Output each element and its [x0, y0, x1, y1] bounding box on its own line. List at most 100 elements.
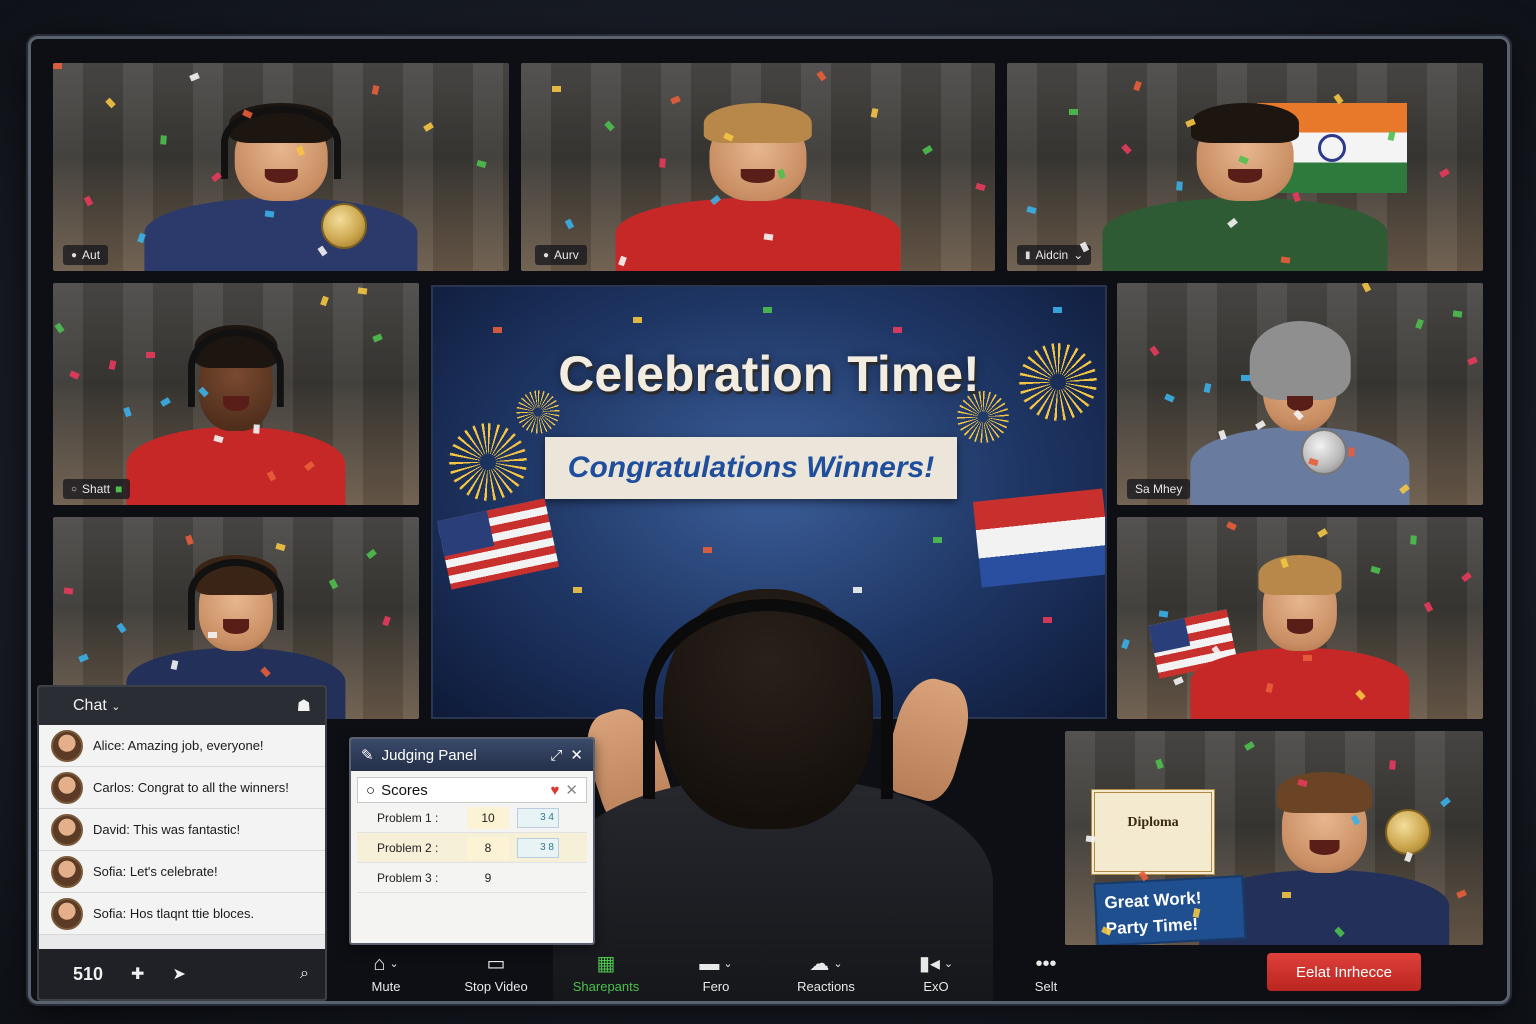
participant-name-tag: ○ Shatt ■	[63, 479, 131, 499]
chevron-down-icon[interactable]: ⌄	[944, 953, 953, 975]
gold-medal-icon	[321, 203, 367, 249]
chat-panel[interactable]: Chat ⌄ ☗ Alice: Amazing job, everyone! C…	[37, 685, 327, 1001]
confetti-piece	[1069, 109, 1078, 115]
confetti-piece	[1158, 610, 1169, 618]
confetti-piece	[1282, 892, 1291, 898]
camera-icon: ▮◂	[918, 952, 940, 975]
end-meeting-button[interactable]: Eelat Inrhecce	[1267, 953, 1421, 991]
exo-label: ExO	[923, 978, 949, 994]
participant-name-tag: ● Aurv	[535, 245, 587, 265]
confetti-piece	[1085, 835, 1096, 843]
chat-message: David: This was fantastic!	[39, 809, 325, 851]
pen-icon: ✎	[361, 747, 374, 764]
confetti-piece	[1241, 375, 1250, 381]
video-on-icon: ■	[115, 482, 123, 496]
score-row: Problem 2 : 8 3 8	[357, 833, 587, 863]
video-tile-1[interactable]: ● Aut	[53, 63, 509, 271]
chevron-down-icon[interactable]: ⌄	[111, 701, 120, 713]
close-icon[interactable]: ✕	[570, 746, 583, 764]
confetti-piece	[1410, 535, 1417, 545]
video-tile-4[interactable]: ○ Shatt ■	[53, 283, 419, 505]
participant-name-tag: Sa Mhey	[1127, 479, 1191, 499]
chat-bubble-icon: ▬	[699, 952, 720, 975]
confetti-piece	[208, 632, 217, 638]
participant-name: Aurv	[554, 248, 579, 262]
more-button[interactable]: ••• Selt	[991, 945, 1101, 1001]
scores-tab[interactable]: ○ Scores ♥ ✕	[357, 777, 587, 803]
stop-video-label: Stop Video	[464, 978, 528, 994]
popout-icon[interactable]: ⤢	[550, 747, 562, 764]
mic-icon: ●	[71, 249, 78, 261]
chat-message-list: Alice: Amazing job, everyone! Carlos: Co…	[39, 725, 325, 935]
participant-name: Shatt	[82, 482, 111, 496]
confetti-piece	[659, 158, 666, 168]
more-icon: •••	[1035, 952, 1057, 975]
mic-icon: ○	[71, 483, 78, 495]
score-value[interactable]: 8	[467, 836, 509, 859]
score-badge: 3 8	[517, 837, 559, 858]
score-value[interactable]: 10	[467, 806, 509, 829]
video-tile-7[interactable]	[1117, 517, 1483, 719]
gold-medal-icon	[1385, 809, 1431, 855]
sign-line-2: Party Time!	[1105, 914, 1199, 939]
chevron-down-icon[interactable]: ⌄	[833, 953, 842, 975]
fero-button[interactable]: ▬ ⌄ Fero	[661, 945, 771, 1001]
reactions-button[interactable]: ☁ ⌄ Reactions	[771, 945, 881, 1001]
video-tile-2[interactable]: ● Aurv	[521, 63, 995, 271]
share-button[interactable]: ▦ Sharepants	[551, 945, 661, 1001]
mute-button[interactable]: ⌂ ⌄ Mute	[331, 945, 441, 1001]
heart-icon[interactable]: ♥	[551, 782, 560, 799]
pointer-icon[interactable]: ➤	[172, 964, 185, 984]
video-tile-6[interactable]: Sa Mhey	[1117, 283, 1483, 505]
reactions-icon: ☁	[809, 952, 830, 975]
more-label: Selt	[1034, 978, 1058, 994]
monitor-frame: ● Aut ● Aurv ▮ Aidcin ⌄ ○ Shatt ■ Sa Mhe…	[28, 36, 1510, 1004]
confetti-piece	[53, 63, 62, 69]
chat-message-text: Sofia: Hos tlaqnt ttie bloces.	[93, 906, 255, 921]
chat-message-text: David: This was fantastic!	[93, 822, 241, 837]
avatar	[51, 771, 83, 804]
avatar	[51, 897, 83, 930]
celebration-sign: Great Work! Party Time!	[1093, 875, 1247, 945]
avatar	[51, 729, 83, 762]
mic-icon: ▮	[1025, 249, 1031, 261]
chevron-down-icon[interactable]: ⌄	[723, 953, 732, 975]
pin-icon[interactable]: ✚	[131, 964, 144, 984]
fero-label: Fero	[702, 978, 730, 994]
chat-header[interactable]: Chat ⌄ ☗	[39, 687, 325, 725]
participant-video	[1102, 88, 1388, 271]
chat-message-text: Alice: Amazing job, everyone!	[93, 738, 264, 753]
confetti-piece	[1280, 256, 1291, 264]
diploma-title: Diploma	[1127, 815, 1179, 830]
chat-message: Sofia: Let's celebrate!	[39, 851, 325, 893]
score-value[interactable]: 9	[467, 867, 509, 889]
slide-subtitle: Congratulations Winners!	[567, 451, 935, 484]
judging-panel[interactable]: ✎ Judging Panel ⤢ ✕ ○ Scores ♥ ✕ Problem…	[349, 737, 595, 945]
reactions-label: Reactions	[797, 978, 855, 994]
confetti-piece	[1389, 760, 1396, 770]
confetti-piece	[1176, 181, 1183, 191]
close-icon[interactable]: ✕	[565, 781, 578, 799]
mic-icon: ●	[543, 249, 550, 261]
scores-icon: ○	[366, 781, 376, 799]
confetti-piece	[357, 287, 368, 295]
mute-label: Mute	[371, 978, 401, 994]
stop-video-button[interactable]: ▭ Stop Video	[441, 945, 551, 1001]
diploma-certificate: Diploma	[1091, 789, 1215, 875]
people-icon[interactable]: ☗	[297, 696, 311, 716]
video-tile-3[interactable]: ▮ Aidcin ⌄	[1007, 63, 1483, 271]
video-tile-8[interactable]: Diploma Great Work! Party Time!	[1065, 731, 1483, 945]
confetti-piece	[1452, 310, 1463, 318]
participant-video	[1190, 310, 1410, 505]
exo-button[interactable]: ▮◂ ⌄ ExO	[881, 945, 991, 1001]
chat-count: 510	[73, 963, 104, 984]
judging-panel-header: ✎ Judging Panel ⤢ ✕	[351, 739, 593, 771]
participant-video	[126, 310, 346, 505]
search-icon[interactable]: ⌕	[300, 965, 309, 983]
chevron-down-icon[interactable]: ⌄	[389, 953, 398, 975]
participant-name: Sa Mhey	[1135, 482, 1183, 496]
silver-medal-icon	[1301, 429, 1347, 475]
chat-message-text: Sofia: Let's celebrate!	[93, 864, 218, 879]
confetti-piece	[1303, 655, 1312, 661]
confetti-piece	[763, 233, 774, 241]
